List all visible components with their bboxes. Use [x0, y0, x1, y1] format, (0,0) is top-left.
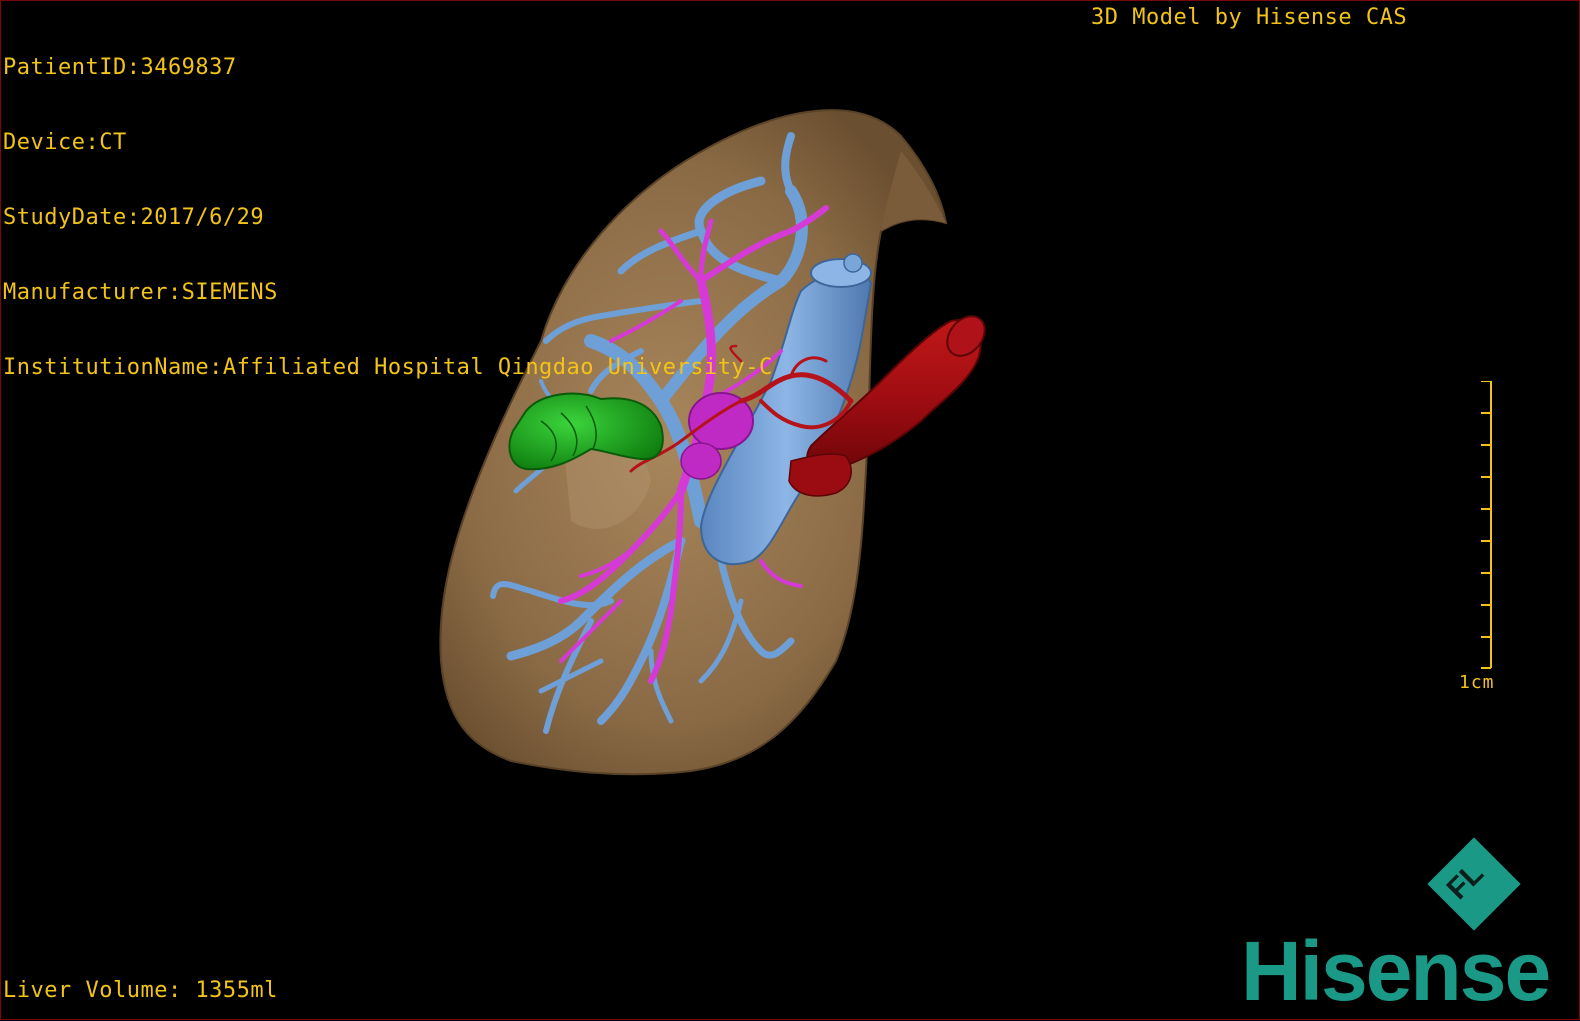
liver-volume-label: Liver Volume: 1355ml: [3, 978, 278, 1003]
scale-label: 1cm: [1459, 672, 1495, 693]
study-date-label: StudyDate:2017/6/29: [3, 205, 265, 230]
hisense-logo-wordmark: Hisense: [1241, 924, 1551, 1018]
device-label: Device:CT: [3, 130, 127, 155]
dicom-info-panel: PatientID:3469837 Device:CT StudyDate:20…: [3, 5, 773, 430]
patient-id-label: PatientID:3469837: [3, 55, 237, 80]
scale-ruler-icon: [1481, 381, 1492, 669]
3d-viewport[interactable]: PatientID:3469837 Device:CT StudyDate:20…: [0, 0, 1580, 1020]
institution-label: InstitutionName:Affiliated Hospital Qing…: [3, 355, 773, 380]
hisense-logo-mark-icon: FL: [1427, 837, 1521, 931]
manufacturer-label: Manufacturer:SIEMENS: [3, 280, 278, 305]
model-brand-caption: 3D Model by Hisense CAS: [1091, 5, 1408, 30]
